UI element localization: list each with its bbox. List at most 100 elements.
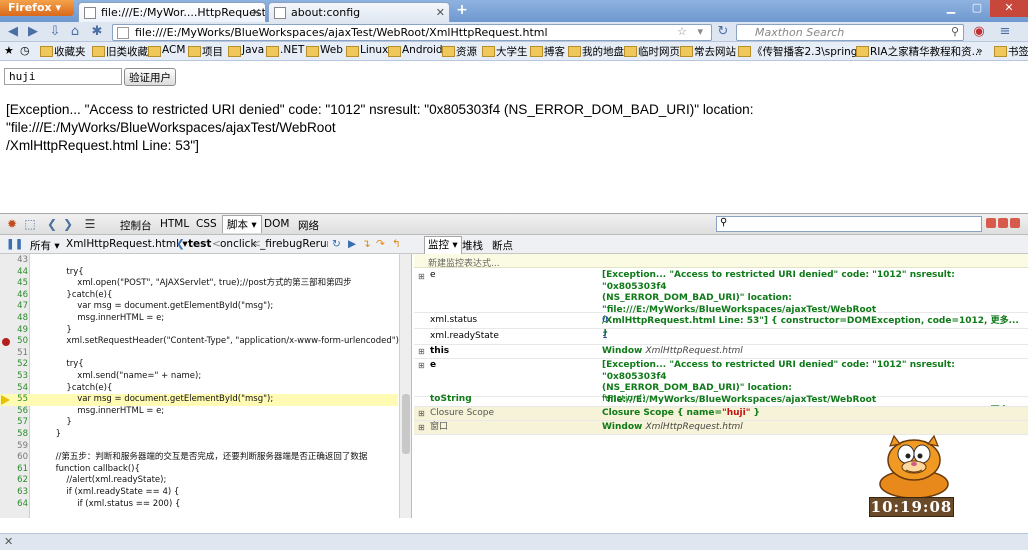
rerun-icon[interactable]: ↻ — [332, 238, 341, 250]
bookmark-folder[interactable]: 旧类收藏 — [92, 44, 148, 59]
continue-icon[interactable]: ▶ — [348, 238, 356, 250]
line-number[interactable]: 48 — [0, 313, 28, 325]
close-icon[interactable]: ✕ — [4, 535, 13, 548]
step-out-icon[interactable]: ↰ — [392, 238, 401, 250]
reload-icon[interactable]: ↻ — [714, 24, 732, 40]
close-icon[interactable] — [1010, 218, 1020, 228]
back-icon[interactable]: ◀ — [4, 24, 22, 40]
line-number[interactable]: 61 — [0, 464, 28, 476]
tab-stack[interactable]: 堆栈 — [462, 238, 483, 253]
verify-user-button[interactable]: 验证用户 — [124, 68, 176, 86]
watch-row-this[interactable]: ⊞ this Window XmlHttpRequest.html — [414, 345, 1028, 359]
tab-about-config[interactable]: about:config ✕ — [268, 2, 450, 22]
expand-icon[interactable]: ⊞ — [418, 360, 425, 372]
line-number[interactable]: 49 — [0, 325, 28, 337]
home-icon[interactable]: ⌂ — [66, 24, 84, 40]
watch-row-window[interactable]: ⊞ 窗口 Window XmlHttpRequest.html — [414, 421, 1028, 435]
line-number[interactable]: 64 — [0, 499, 28, 511]
line-number[interactable]: 47 — [0, 301, 28, 313]
line-number[interactable]: 56 — [0, 406, 28, 418]
search-icon[interactable]: ⚲ — [951, 25, 959, 38]
line-number[interactable]: 58 — [0, 429, 28, 441]
search-input[interactable]: Maxthon Search ⚲ — [736, 24, 964, 41]
line-number[interactable]: 63 — [0, 487, 28, 499]
code-scrollbar[interactable] — [399, 254, 411, 518]
tab-script[interactable]: 脚本 ▾ — [222, 215, 262, 233]
expand-icon[interactable]: ⊞ — [418, 422, 425, 434]
stack-back-icon[interactable]: ❮ — [176, 238, 185, 250]
download-icon[interactable]: ⇩ — [46, 24, 64, 40]
bookmark-folder[interactable]: 项目 — [188, 44, 223, 59]
firebug-search-input[interactable]: ⚲ — [716, 216, 982, 232]
tab-console[interactable]: 控制台 — [120, 218, 152, 233]
username-input[interactable] — [4, 68, 122, 85]
close-icon[interactable]: ✕ — [436, 6, 445, 19]
stack-frame[interactable]: _firebugRerun — [260, 238, 328, 250]
new-tab-icon[interactable]: + — [452, 3, 472, 19]
line-number[interactable]: 45 — [0, 278, 28, 290]
minimize-icon[interactable]: ▁ — [938, 0, 964, 17]
bookmark-folder[interactable]: Linux — [346, 44, 388, 57]
line-number[interactable]: 60 — [0, 452, 28, 464]
close-icon[interactable]: ✕ — [252, 6, 261, 19]
scrollbar-thumb[interactable] — [402, 394, 410, 454]
bookmark-link[interactable]: 《传智播客2.3\spring... — [738, 44, 867, 59]
line-number[interactable]: 54 — [0, 383, 28, 395]
line-number[interactable]: 62 — [0, 475, 28, 487]
line-number[interactable]: 51 — [0, 348, 28, 360]
watch-row-tostring[interactable]: toString function() — [414, 393, 1028, 407]
line-number[interactable]: 44 — [0, 267, 28, 279]
watch-row-e-local[interactable]: ⊞ e [Exception... "Access to restricted … — [414, 359, 1028, 428]
window-close-icon[interactable]: ✕ — [990, 0, 1028, 17]
bookmark-folder[interactable]: .NET — [266, 44, 304, 57]
watch-row-closure[interactable]: ⊞ Closure Scope Closure Scope { name="hu… — [414, 407, 1028, 421]
expand-icon[interactable]: ⊞ — [418, 408, 425, 420]
bookmark-folder[interactable]: 我的地盘 — [568, 44, 624, 59]
bookmark-folder[interactable]: ACM — [148, 44, 185, 57]
inspect-icon[interactable]: ⬚ — [22, 217, 38, 232]
maximize-icon[interactable]: ▢ — [964, 0, 990, 17]
detach-icon[interactable] — [998, 218, 1008, 228]
line-number[interactable]: 46 — [0, 290, 28, 302]
watch-row-e[interactable]: ⊞ e [Exception... "Access to restricted … — [414, 269, 1028, 338]
bookmark-folder[interactable]: 搏客 — [530, 44, 565, 59]
step-into-icon[interactable]: ↴ — [362, 238, 371, 250]
line-number[interactable]: 57 — [0, 417, 28, 429]
expand-icon[interactable]: ⊞ — [418, 271, 425, 283]
bookmark-star-icon[interactable]: ★ — [4, 44, 14, 57]
pause-icon[interactable]: ❚❚ — [6, 238, 24, 250]
tab-dom[interactable]: DOM — [264, 218, 289, 230]
bookmark-folder[interactable]: 大学生 — [482, 44, 528, 59]
dropdown-icon[interactable]: ▾ — [697, 25, 703, 38]
expand-icon[interactable]: ⊞ — [418, 346, 425, 358]
tab-net[interactable]: 网络 — [298, 218, 319, 233]
script-file-select[interactable]: XmlHttpRequest.html ▾ — [66, 238, 188, 250]
bookmark-folder[interactable]: 收藏夹 — [40, 44, 86, 59]
bookmark-folder[interactable]: 资源 — [442, 44, 477, 59]
bookmark-folder[interactable]: Java — [228, 44, 264, 57]
firebug-icon[interactable]: ✹ — [4, 217, 20, 232]
new-watch-expression[interactable]: 新建监控表达式... — [414, 254, 1028, 269]
tab-breakpoints[interactable]: 断点 — [492, 238, 513, 253]
star-icon[interactable]: ☆ — [677, 25, 687, 38]
bookmark-folder[interactable]: Web — [306, 44, 343, 57]
history-icon[interactable]: ✱ — [88, 24, 106, 40]
line-number[interactable]: 53 — [0, 371, 28, 383]
tab-html[interactable]: HTML — [160, 218, 189, 230]
minimize-icon[interactable] — [986, 218, 996, 228]
firefox-menu-button[interactable]: Firefox ▾ — [0, 0, 74, 16]
step-over-icon[interactable]: ↷ — [376, 238, 385, 250]
bookmarks-menu-icon[interactable]: » — [976, 44, 983, 57]
menu-icon[interactable]: ≡ — [996, 24, 1014, 40]
weibo-icon[interactable]: ◉ — [970, 24, 988, 40]
tab-watch[interactable]: 监控 ▾ — [424, 236, 462, 254]
script-filter[interactable]: 所有 ▾ — [30, 238, 60, 253]
tab-css[interactable]: CSS — [196, 218, 217, 230]
bookmark-folder[interactable]: Android — [388, 44, 443, 57]
bookmark-folder[interactable]: 常去网站 — [680, 44, 736, 59]
bookmarks-menu[interactable]: 书签 — [994, 44, 1028, 59]
line-number[interactable]: 59 — [0, 441, 28, 453]
menu-icon[interactable]: ☰ — [82, 217, 98, 232]
bookmark-folder[interactable]: 临时网页 — [624, 44, 680, 59]
line-number[interactable]: 43 — [0, 255, 28, 267]
